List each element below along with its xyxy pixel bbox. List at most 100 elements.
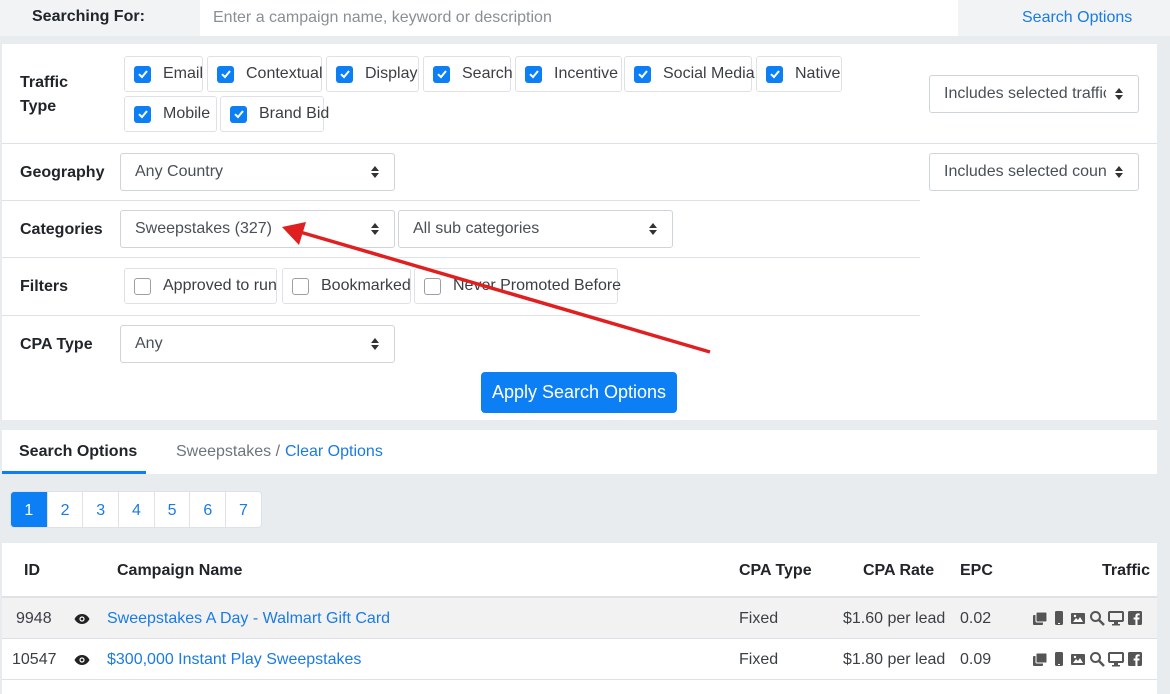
sort-caret-icon <box>371 338 379 350</box>
results-tabs: Search Options Sweepstakes / Clear Optio… <box>2 430 1157 474</box>
email-icon <box>1032 651 1048 667</box>
campaign-cpa-type: Fixed <box>739 610 779 627</box>
pagination: 1 2 3 4 5 6 7 <box>10 491 262 528</box>
traffic-checkbox-label: Search <box>462 65 513 82</box>
traffic-checkbox-search[interactable]: Search <box>423 56 513 92</box>
traffic-icons <box>1032 651 1143 667</box>
campaign-epc: 0.09 <box>960 651 992 668</box>
campaign-id: 10547 <box>12 651 57 668</box>
row-divider <box>2 315 920 316</box>
page-link-4[interactable]: 4 <box>118 492 154 527</box>
traffic-checkbox-email[interactable]: Email <box>124 56 203 92</box>
sub-category-value: All sub categories <box>413 220 540 237</box>
column-header-traffic[interactable]: Traffic <box>1102 562 1150 580</box>
traffic-mode-select[interactable]: Includes selected traffic types <box>929 75 1139 113</box>
traffic-checkbox-contextual[interactable]: Contextual <box>207 56 323 92</box>
table-row: 10547 $300,000 Instant Play Sweepstakes … <box>2 639 1157 680</box>
column-header-id[interactable]: ID <box>24 562 40 580</box>
traffic-checkbox-mobile[interactable]: Mobile <box>124 96 217 132</box>
checkbox-checked-icon <box>634 65 651 83</box>
geography-value: Any Country <box>135 163 224 180</box>
cpa-type-select[interactable]: Any <box>120 325 395 363</box>
column-header-campaign-name[interactable]: Campaign Name <box>117 562 242 580</box>
campaign-id: 9948 <box>16 610 52 627</box>
cpa-type-value: Any <box>135 335 163 352</box>
cpa-type-label: CPA Type <box>20 336 93 353</box>
eye-icon[interactable] <box>74 613 90 625</box>
campaign-cpa-rate: $1.80 per lead <box>843 651 946 668</box>
column-header-epc[interactable]: EPC <box>960 562 993 580</box>
display-image-icon <box>1070 610 1086 626</box>
filter-checkbox-never-promoted[interactable]: Never Promoted Before <box>414 268 622 304</box>
page-link-6[interactable]: 6 <box>189 492 225 527</box>
campaign-search-input[interactable] <box>200 0 958 36</box>
eye-icon[interactable] <box>74 654 90 666</box>
clear-options-link[interactable]: Clear Options <box>285 443 383 461</box>
filter-checkbox-label: Approved to run <box>163 277 277 294</box>
traffic-checkbox-native[interactable]: Native <box>756 56 842 92</box>
traffic-checkbox-social-media[interactable]: Social Media <box>624 56 755 92</box>
contextual-monitor-icon <box>1108 651 1124 667</box>
campaign-cpa-rate: $1.60 per lead <box>843 610 946 627</box>
checkbox-checked-icon <box>433 65 450 83</box>
checkbox-unchecked-icon <box>424 277 441 295</box>
checkbox-checked-icon <box>230 105 247 123</box>
page-link-7[interactable]: 7 <box>225 492 261 527</box>
traffic-checkbox-label: Native <box>795 65 841 82</box>
campaign-name-link[interactable]: $300,000 Instant Play Sweepstakes <box>107 651 361 669</box>
apply-search-options-button[interactable]: Apply Search Options <box>481 372 677 413</box>
search-options-link[interactable]: Search Options <box>1022 9 1132 27</box>
filters-label: Filters <box>20 278 69 295</box>
campaign-epc: 0.02 <box>960 610 992 627</box>
category-select[interactable]: Sweepstakes (327) <box>120 210 395 248</box>
facebook-icon <box>1127 610 1143 626</box>
geography-select[interactable]: Any Country <box>120 153 395 191</box>
page-link-2[interactable]: 2 <box>46 492 83 527</box>
page-link-3[interactable]: 3 <box>82 492 118 527</box>
contextual-monitor-icon <box>1108 610 1124 626</box>
checkbox-checked-icon <box>217 65 234 83</box>
traffic-checkbox-label: Incentive <box>554 65 619 82</box>
email-icon <box>1032 610 1048 626</box>
sub-category-select[interactable]: All sub categories <box>398 210 673 248</box>
column-header-cpa-type[interactable]: CPA Type <box>739 562 812 580</box>
page-link-1[interactable]: 1 <box>11 492 47 527</box>
sort-caret-icon <box>371 223 379 235</box>
searching-for-label: Searching For: <box>32 8 145 25</box>
search-bar: Searching For: Search Options <box>0 0 1170 36</box>
checkbox-checked-icon <box>134 65 151 83</box>
traffic-checkbox-label: Email <box>163 65 204 82</box>
checkbox-unchecked-icon <box>134 277 151 295</box>
sort-caret-icon <box>649 223 657 235</box>
table-row: 9948 Sweepstakes A Day - Walmart Gift Ca… <box>2 598 1157 639</box>
geography-mode-select[interactable]: Includes selected countries <box>929 153 1139 191</box>
checkbox-unchecked-icon <box>292 277 309 295</box>
row-divider <box>2 143 1157 144</box>
display-image-icon <box>1070 651 1086 667</box>
row-divider <box>2 257 920 258</box>
search-icon <box>1089 651 1105 667</box>
mobile-icon <box>1051 651 1067 667</box>
traffic-checkbox-incentive[interactable]: Incentive <box>515 56 622 92</box>
traffic-checkbox-brand-bid[interactable]: Brand Bid <box>220 96 329 132</box>
traffic-type-label: Traffic Type <box>20 71 68 119</box>
filter-checkbox-bookmarked[interactable]: Bookmarked <box>282 268 411 304</box>
mobile-icon <box>1051 610 1067 626</box>
campaign-cpa-type: Fixed <box>739 651 779 668</box>
traffic-checkbox-label: Brand Bid <box>259 105 330 122</box>
filter-checkbox-label: Never Promoted Before <box>453 277 622 294</box>
column-header-cpa-rate[interactable]: CPA Rate <box>863 562 934 580</box>
traffic-icons <box>1032 610 1143 626</box>
sort-caret-icon <box>371 166 379 178</box>
active-filter-breadcrumb: Sweepstakes / <box>176 443 281 460</box>
page-link-5[interactable]: 5 <box>153 492 190 527</box>
traffic-checkbox-label: Display <box>365 65 418 82</box>
filter-checkbox-label: Bookmarked <box>321 277 411 294</box>
traffic-type-label-line2: Type <box>20 98 57 115</box>
checkbox-checked-icon <box>525 65 542 83</box>
filter-checkbox-approved[interactable]: Approved to run <box>124 268 277 304</box>
geography-mode-value: Includes selected countries <box>944 163 1106 180</box>
tab-search-options[interactable]: Search Options <box>2 430 146 474</box>
traffic-checkbox-display[interactable]: Display <box>326 56 419 92</box>
campaign-name-link[interactable]: Sweepstakes A Day - Walmart Gift Card <box>107 610 390 628</box>
